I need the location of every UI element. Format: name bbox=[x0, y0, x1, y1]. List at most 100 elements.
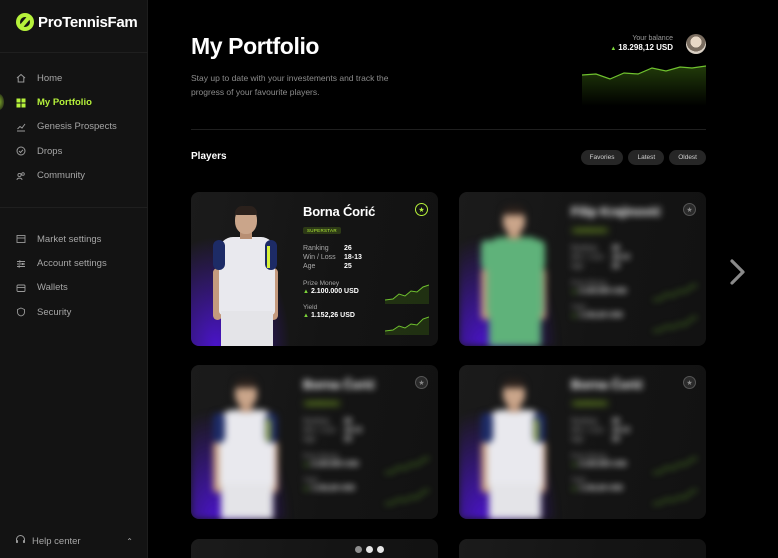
star-icon[interactable]: ★ bbox=[415, 203, 428, 216]
player-name: Borna Ćorić bbox=[303, 377, 376, 392]
metric-label: Yield bbox=[571, 304, 586, 311]
stat-label: Age bbox=[303, 263, 316, 270]
nav-label: Genesis Prospects bbox=[37, 121, 117, 133]
yield-value: 1.152,26 USD bbox=[310, 485, 355, 492]
nav-item-account-settings[interactable]: Account settings bbox=[0, 251, 148, 275]
nav-item-genesis-prospects[interactable]: Genesis Prospects bbox=[0, 115, 148, 139]
balance-value-row: ▲ 18.298,12 USD bbox=[610, 43, 673, 52]
player-card-partial[interactable] bbox=[191, 539, 438, 558]
prize-value: 2.100.000 USD bbox=[578, 461, 627, 468]
triangle-up-icon: ▲ bbox=[303, 313, 309, 319]
filter-latest[interactable]: Latest bbox=[628, 150, 665, 165]
triangle-up-icon: ▲ bbox=[303, 486, 309, 492]
pagination-dot-active[interactable] bbox=[366, 546, 373, 553]
player-card-partial[interactable] bbox=[459, 539, 706, 558]
nav-label: Drops bbox=[37, 145, 63, 157]
nav-item-market-settings[interactable]: Market settings bbox=[0, 227, 148, 251]
yield-value: 1.152,26 USD bbox=[578, 485, 623, 492]
stat-label: Age bbox=[571, 436, 584, 443]
prize-sparkline bbox=[385, 284, 429, 304]
player-badge: SUPERSTAR bbox=[571, 227, 609, 234]
player-stats: Ranking 26 Win / Loss 18-13 Age 25 bbox=[571, 417, 697, 444]
logo-icon bbox=[16, 13, 34, 31]
nav-item-security[interactable]: Security bbox=[0, 300, 148, 324]
triangle-up-icon: ▲ bbox=[610, 46, 617, 52]
stat-label: Win / Loss bbox=[571, 254, 604, 261]
triangle-up-icon: ▲ bbox=[303, 462, 309, 468]
nav-label: Wallets bbox=[37, 282, 68, 294]
player-name: Borna Ćorić bbox=[303, 204, 376, 219]
star-icon[interactable]: ★ bbox=[683, 376, 696, 389]
triangle-up-icon: ▲ bbox=[571, 486, 577, 492]
stat-label: Win / Loss bbox=[303, 254, 336, 261]
nav-item-my-portfolio[interactable]: My Portfolio bbox=[0, 90, 148, 114]
grid-icon bbox=[15, 97, 27, 109]
yield-value: 1.152,26 USD bbox=[578, 312, 623, 319]
nav-label: Account settings bbox=[37, 258, 107, 270]
pagination-dot[interactable] bbox=[377, 546, 384, 553]
player-photo bbox=[213, 379, 283, 519]
triangle-up-icon: ▲ bbox=[571, 289, 577, 295]
header-divider bbox=[191, 129, 706, 130]
nav-item-wallets[interactable]: Wallets bbox=[0, 276, 148, 300]
player-badge: SUPERSTAR bbox=[571, 400, 609, 407]
player-name: Borna Ćorić bbox=[571, 377, 644, 392]
player-stats: Ranking 26 Win / Loss 18-13 Age 25 bbox=[303, 244, 429, 271]
player-card[interactable]: Borna Ćorić SUPERSTAR Ranking 26 Win / Lo… bbox=[191, 192, 438, 346]
stat-label: Age bbox=[571, 263, 584, 270]
stat-label: Age bbox=[303, 436, 316, 443]
yield-sparkline bbox=[653, 316, 697, 332]
sliders-icon bbox=[15, 258, 27, 270]
prize-sparkline bbox=[653, 457, 697, 474]
avatar[interactable] bbox=[686, 34, 706, 54]
player-stats: Ranking 26 Win / Loss 18-13 Age 25 bbox=[303, 417, 429, 444]
chevron-up-icon[interactable]: ⌃ bbox=[126, 537, 133, 546]
pagination-dot[interactable] bbox=[355, 546, 362, 553]
page-subtitle: Stay up to date with your investements a… bbox=[191, 73, 389, 97]
balance-sparkline bbox=[582, 65, 706, 106]
pagination-dots bbox=[355, 546, 384, 553]
star-icon[interactable]: ★ bbox=[415, 376, 428, 389]
nav-item-drops[interactable]: Drops bbox=[0, 139, 148, 163]
filter-chips: Favories Latest Oldest bbox=[580, 150, 706, 165]
star-icon[interactable]: ★ bbox=[683, 203, 696, 216]
triangle-up-icon: ▲ bbox=[303, 289, 309, 295]
nav-label: Home bbox=[37, 72, 63, 84]
calendar-icon bbox=[15, 233, 27, 245]
chevron-right-icon[interactable] bbox=[727, 258, 749, 286]
prize-value: 2.100.000 USD bbox=[310, 461, 359, 468]
help-center-label: Help center bbox=[32, 535, 81, 547]
player-badge: SUPERSTAR bbox=[303, 400, 341, 407]
player-badge: SUPERSTAR bbox=[303, 227, 341, 234]
community-icon bbox=[15, 170, 27, 182]
player-photo bbox=[213, 206, 283, 346]
player-card[interactable]: Filip Krajinović SUPERSTAR Ranking 26 Win… bbox=[459, 192, 706, 346]
logo[interactable]: ProTennisFam bbox=[16, 13, 138, 31]
triangle-up-icon: ▲ bbox=[571, 462, 577, 468]
yield-value: 1.152,26 USD bbox=[310, 312, 355, 319]
divider bbox=[0, 52, 148, 53]
player-card[interactable]: Borna Ćorić SUPERSTAR Ranking 26 Win / Lo… bbox=[459, 365, 706, 519]
help-center[interactable]: Help center ⌃ bbox=[15, 534, 133, 548]
stat-age: 25 bbox=[612, 436, 620, 443]
prize-value: 2.100.000 USD bbox=[578, 288, 627, 295]
stat-label: Ranking bbox=[571, 418, 597, 425]
stat-age: 25 bbox=[344, 263, 352, 270]
stat-winloss: 18-13 bbox=[344, 427, 362, 434]
wallet-icon bbox=[15, 282, 27, 294]
balance-value: 18.298,12 USD bbox=[618, 43, 673, 52]
nav-item-community[interactable]: Community bbox=[0, 164, 148, 188]
filter-oldest[interactable]: Oldest bbox=[669, 150, 706, 165]
player-card[interactable]: Borna Ćorić SUPERSTAR Ranking 26 Win / Lo… bbox=[191, 365, 438, 519]
headset-icon bbox=[15, 534, 26, 548]
metric-label: Yield bbox=[303, 304, 318, 311]
prize-sparkline bbox=[653, 284, 697, 301]
shield-icon bbox=[15, 306, 27, 318]
stat-ranking: 26 bbox=[344, 245, 352, 252]
stat-winloss: 18-13 bbox=[612, 427, 630, 434]
filter-favorites[interactable]: Favories bbox=[580, 150, 624, 165]
nav-item-home[interactable]: Home bbox=[0, 66, 148, 90]
player-photo bbox=[481, 379, 551, 519]
players-title: Players bbox=[191, 151, 227, 162]
home-icon bbox=[15, 72, 27, 84]
